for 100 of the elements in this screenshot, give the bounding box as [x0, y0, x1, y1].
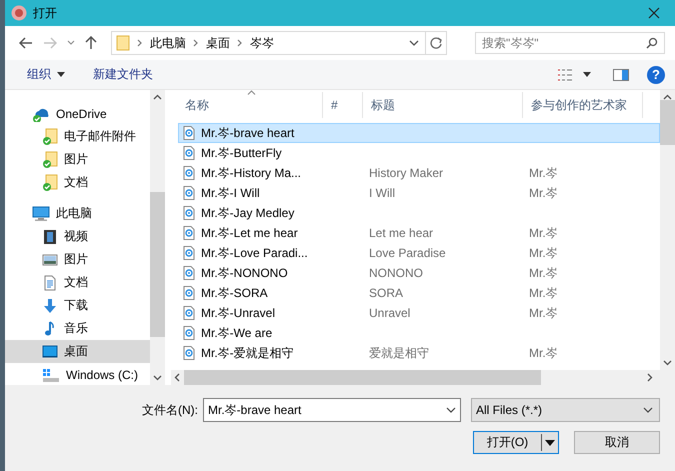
view-list-icon[interactable] [557, 68, 573, 82]
file-row[interactable]: Mr.岑-NONONO NONONO Mr.岑 [178, 263, 660, 283]
audio-file-icon [183, 226, 195, 240]
title-cell-text: History Maker [369, 166, 444, 180]
back-arrow-icon[interactable] [19, 37, 33, 49]
dropdown-caret-icon[interactable] [446, 407, 456, 413]
picture-icon [42, 252, 58, 268]
column-header[interactable]: # [323, 92, 363, 118]
breadcrumb[interactable]: 此电脑 [144, 34, 192, 52]
file-row[interactable]: Mr.岑-History Ma... History Maker Mr.岑 [178, 163, 660, 183]
file-name: Mr.岑-We are [201, 324, 274, 342]
title-cell-text: Let me hear [369, 226, 434, 240]
drive-icon [42, 366, 60, 382]
caret-icon[interactable] [542, 438, 558, 446]
title-cell-text: NONONO [369, 266, 424, 280]
search-icon[interactable] [646, 37, 658, 49]
title-cell-text: I Will [369, 186, 396, 200]
caret-icon[interactable] [583, 72, 591, 77]
scroll-thumb[interactable] [660, 100, 675, 145]
sidebar-item[interactable]: 电子邮件附件 [5, 125, 150, 148]
file-name: Mr.岑-SORA [201, 284, 269, 302]
preview-pane-icon[interactable] [613, 68, 629, 80]
caret-icon [57, 72, 65, 77]
artist-cell: Mr.岑 [529, 284, 558, 302]
up-arrow-icon[interactable] [85, 36, 97, 50]
file-row[interactable]: Mr.岑-We are [178, 323, 660, 343]
open-button[interactable]: 打开(O) [473, 431, 559, 454]
file-type-dropdown[interactable]: All Files (*.*) [471, 398, 660, 422]
sidebar-item[interactable]: OneDrive [5, 102, 150, 125]
artist-cell: Mr.岑 [529, 244, 558, 262]
scroll-thumb[interactable] [150, 192, 165, 337]
new-folder-button[interactable]: 新建文件夹 [89, 63, 157, 86]
sidebar-item[interactable]: 视频 [5, 225, 150, 248]
scrollbar[interactable] [171, 370, 675, 385]
sidebar-item[interactable]: 音乐 [5, 317, 150, 340]
artist-cell: Mr.岑 [529, 224, 558, 242]
close-icon[interactable] [648, 7, 660, 19]
file-name: Mr.岑-ButterFly [201, 144, 283, 162]
dropdown-caret-icon[interactable] [409, 39, 419, 47]
file-name: Mr.岑-I Will [201, 184, 261, 202]
file-row[interactable]: Mr.岑-爱就是相守 爱就是相守 Mr.岑 [178, 343, 660, 363]
file-row[interactable]: Mr.岑-brave heart [178, 123, 660, 143]
sidebar-item[interactable]: 桌面 [5, 340, 150, 363]
file-row[interactable]: Mr.岑-I Will I Will Mr.岑 [178, 183, 660, 203]
scroll-left-icon[interactable] [174, 373, 180, 382]
search-box[interactable]: 搜索"岑岑" [475, 32, 665, 54]
audio-file-icon [183, 206, 195, 220]
chevron-icon [236, 37, 244, 49]
sidebar-item[interactable]: 此电脑 [5, 202, 150, 225]
address-bar[interactable]: 此电脑 桌面 岑岑 [111, 31, 447, 55]
scrollbar[interactable] [660, 90, 675, 370]
column-header[interactable]: 标题 [363, 92, 523, 118]
audio-file-icon [183, 286, 195, 300]
refresh-icon[interactable] [430, 37, 442, 49]
scroll-right-icon[interactable] [647, 373, 653, 382]
file-name: Mr.岑-History Ma... [201, 164, 302, 182]
sidebar-item[interactable]: Windows (C:) [5, 363, 150, 385]
scroll-down-icon[interactable] [153, 375, 162, 381]
artist-cell: Mr.岑 [529, 264, 558, 282]
breadcrumb[interactable]: 岑岑 [244, 34, 280, 52]
filename-box[interactable]: Mr.岑-brave heart [203, 398, 461, 422]
breadcrumb[interactable]: 桌面 [200, 34, 236, 52]
down-arrow-icon [42, 298, 58, 314]
file-row[interactable]: Mr.岑-Let me hear Let me hear Mr.岑 [178, 223, 660, 243]
file-name: Mr.岑-NONONO [201, 264, 289, 282]
file-name: Mr.岑-Jay Medley [201, 204, 296, 222]
sidebar-item[interactable]: 下载 [5, 294, 150, 317]
sort-caret-icon [247, 90, 256, 95]
sidebar-item[interactable]: 图片 [5, 148, 150, 171]
filename-field[interactable]: Mr.岑-brave heart [208, 403, 446, 417]
title-cell-text: SORA [369, 286, 404, 300]
scroll-up-icon[interactable] [153, 94, 162, 100]
sidebar-item[interactable]: 图片 [5, 248, 150, 271]
sidebar-item[interactable]: 文档 [5, 171, 150, 194]
column-header[interactable]: 参与创作的艺术家 [523, 92, 643, 118]
organize-menu[interactable]: 组织 [23, 63, 69, 86]
column-header[interactable]: 名称 [171, 92, 323, 118]
file-row[interactable]: Mr.岑-Unravel Unravel Mr.岑 [178, 303, 660, 323]
sidebar-item[interactable]: 文档 [5, 271, 150, 294]
cancel-button[interactable]: 取消 [574, 431, 660, 454]
folder-icon [42, 151, 58, 168]
file-row[interactable]: Mr.岑-SORA SORA Mr.岑 [178, 283, 660, 303]
file-name: Mr.岑-爱就是相守 [201, 344, 295, 362]
scroll-up-icon[interactable] [663, 94, 672, 100]
help-button[interactable]: ? [647, 66, 665, 84]
scroll-down-icon[interactable] [663, 360, 672, 366]
audio-file-icon [183, 306, 195, 320]
file-name: Mr.岑-Love Paradi... [201, 244, 309, 262]
film-icon [42, 228, 58, 244]
title-cell-text: Unravel [369, 306, 412, 320]
scroll-thumb[interactable] [184, 370, 541, 385]
folder-icon [42, 128, 58, 145]
filename-label: 文件名(N): [142, 402, 198, 418]
file-row[interactable]: Mr.岑-Love Paradi... Love Paradise Mr.岑 [178, 243, 660, 263]
file-row[interactable]: Mr.岑-Jay Medley [178, 203, 660, 223]
scrollbar[interactable] [150, 90, 165, 385]
chevron-icon [136, 37, 144, 49]
recent-caret-icon[interactable] [67, 40, 75, 46]
file-row[interactable]: Mr.岑-ButterFly [178, 143, 660, 163]
audio-file-icon [183, 246, 195, 260]
